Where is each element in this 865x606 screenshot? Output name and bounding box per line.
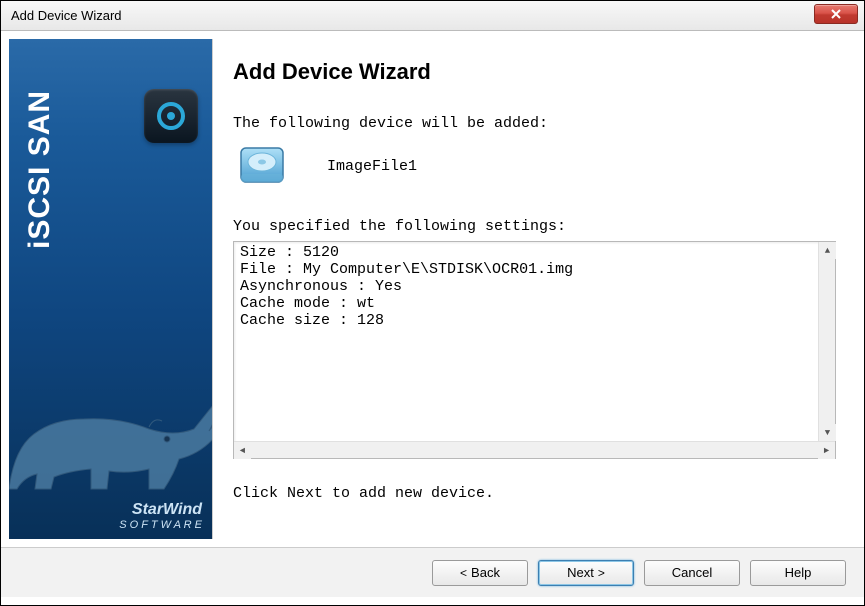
- back-button-label: Back: [471, 565, 500, 580]
- vertical-scrollbar[interactable]: ▲ ▼: [818, 242, 835, 441]
- starwind-logo: StarWind S O F T W A R E: [119, 501, 202, 531]
- window-title: Add Device Wizard: [11, 8, 122, 23]
- scroll-up-icon[interactable]: ▲: [819, 242, 836, 259]
- sidebar-app-icon: [144, 89, 198, 143]
- sidebar-product-name: iSCSI SAN: [23, 90, 57, 249]
- close-icon: [830, 9, 842, 19]
- cancel-button[interactable]: Cancel: [644, 560, 740, 586]
- wizard-body: iSCSI SAN StarWind S O F T W A R E Add D…: [1, 31, 864, 547]
- button-row: < Back Next > Cancel Help: [1, 547, 864, 597]
- close-button[interactable]: [814, 4, 858, 24]
- device-name: ImageFile1: [327, 158, 417, 175]
- next-button[interactable]: Next >: [538, 560, 634, 586]
- horizontal-scrollbar[interactable]: ◄ ►: [234, 441, 835, 458]
- back-button[interactable]: < Back: [432, 560, 528, 586]
- brand-subtitle: S O F T W A R E: [119, 519, 202, 531]
- device-row: ImageFile1: [233, 144, 836, 188]
- rhino-image: [9, 359, 213, 499]
- chevron-right-icon: >: [598, 566, 605, 580]
- scroll-left-icon[interactable]: ◄: [234, 442, 251, 459]
- chevron-left-icon: <: [460, 566, 467, 580]
- footer-hint: Click Next to add new device.: [233, 485, 836, 502]
- target-icon: [157, 102, 185, 130]
- cancel-button-label: Cancel: [672, 565, 712, 580]
- intro-text: The following device will be added:: [233, 115, 836, 132]
- next-button-label: Next: [567, 565, 594, 580]
- brand-name: StarWind: [132, 501, 202, 518]
- settings-line-async: Asynchronous : Yes: [240, 278, 402, 295]
- titlebar: Add Device Wizard: [1, 1, 864, 31]
- settings-label: You specified the following settings:: [233, 218, 836, 235]
- settings-line-size: Size : 5120: [240, 244, 339, 261]
- settings-line-cachesize: Cache size : 128: [240, 312, 384, 329]
- settings-line-file: File : My Computer\E\STDISK\OCR01.img: [240, 261, 573, 278]
- disk-icon: [237, 144, 287, 188]
- sidebar: iSCSI SAN StarWind S O F T W A R E: [9, 39, 213, 539]
- scroll-right-icon[interactable]: ►: [818, 442, 835, 459]
- main-panel: Add Device Wizard The following device w…: [213, 39, 856, 539]
- page-heading: Add Device Wizard: [233, 59, 836, 85]
- scroll-down-icon[interactable]: ▼: [819, 424, 836, 441]
- settings-line-cachemode: Cache mode : wt: [240, 295, 375, 312]
- help-button-label: Help: [785, 565, 812, 580]
- settings-box-wrap: Size : 5120 File : My Computer\E\STDISK\…: [233, 241, 836, 459]
- settings-textbox[interactable]: Size : 5120 File : My Computer\E\STDISK\…: [233, 241, 836, 459]
- help-button[interactable]: Help: [750, 560, 846, 586]
